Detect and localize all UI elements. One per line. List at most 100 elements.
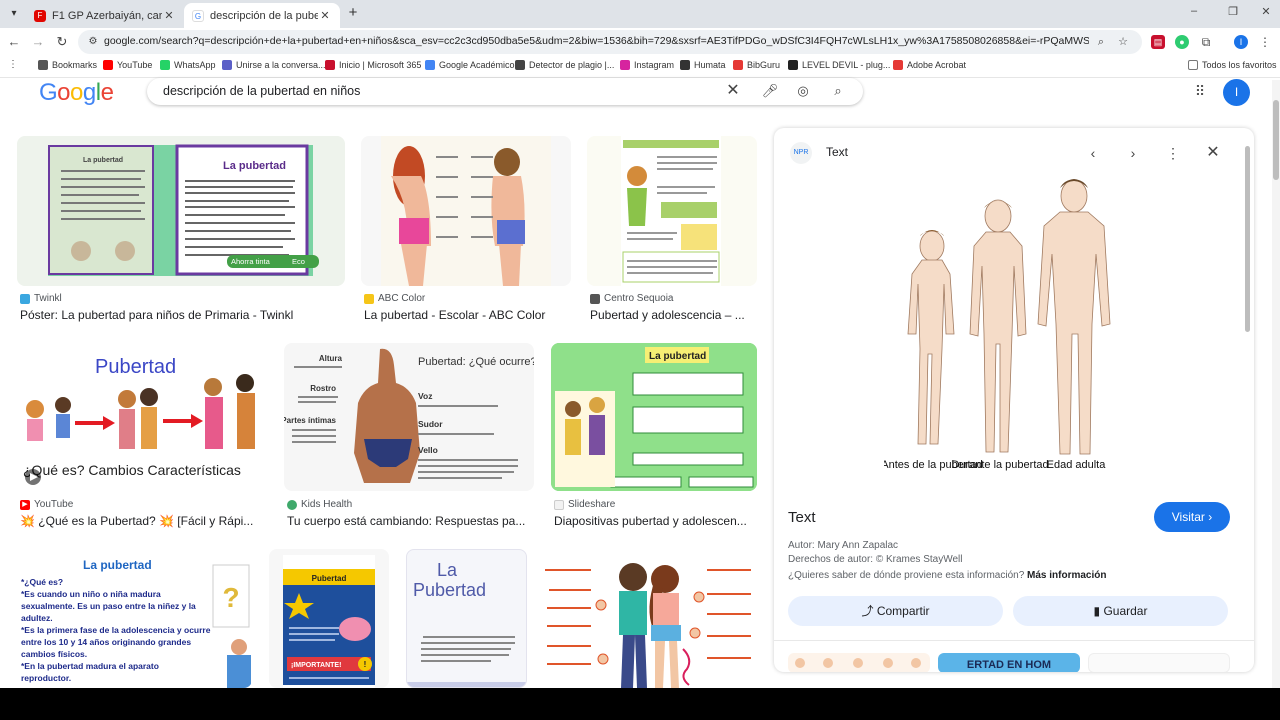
result-card-pubertad-info[interactable]: La pubertad *¿Qué es? *Es cuando un niño… [17,549,252,688]
bookmark-scholar[interactable]: Google Académico [425,60,515,70]
search-icon[interactable]: ⌕ [829,82,847,100]
menu-kebab-icon[interactable]: ⋮ [1258,35,1272,49]
zoom-icon[interactable]: ⌕ [1094,35,1108,49]
result-title[interactable]: Diapositivas pubertad y adolescen... [554,514,756,528]
close-tab-icon[interactable]: ✕ [162,9,176,22]
result-thumbnail[interactable] [361,136,571,286]
avatar[interactable]: I [1223,79,1250,106]
result-title[interactable]: Pubertad y adolescencia – ... [590,308,756,322]
close-panel-icon[interactable]: ✕ [1202,142,1224,164]
visit-button[interactable]: Visitar › [1154,502,1230,532]
bookmark-star[interactable]: Bookmarks [38,60,97,70]
result-card-kids-health[interactable]: Altura Rostro Partes íntimas Pubertad: ¿… [284,343,534,533]
google-logo[interactable]: Google [39,79,114,107]
search-box[interactable]: descripción de la pubertad en niños ✕ 🎤︎… [147,78,863,105]
svg-text:La pubertad: La pubertad [83,157,123,164]
previous-image-icon[interactable]: ‹ [1082,142,1104,164]
clear-search-icon[interactable]: ✕ [724,82,742,100]
tab-google-search[interactable]: G descripción de la pubertad en r ✕ [184,3,340,28]
bookmark-uhc[interactable]: Inicio | Microsoft 365 [325,60,421,70]
thumb-line: sexualmente. Es un paso entre la niñez y… [21,601,196,611]
minimize-icon[interactable]: – [1186,5,1202,17]
reload-icon[interactable]: ↻ [54,34,70,50]
bookmark-level-devil[interactable]: LEVEL DEVIL - plug... [788,60,890,70]
whatsapp-icon [160,60,170,70]
page-scrollbar[interactable] [1272,80,1280,688]
panel-site-name[interactable]: Text [826,145,848,159]
google-apps-icon[interactable]: ⠿ [1191,82,1209,100]
lens-search-icon[interactable]: ◎ [794,82,812,100]
tab-f1[interactable]: F F1 GP Azerbaiyán, carrera | Con ✕ [26,3,184,28]
bibguru-icon [733,60,743,70]
back-icon[interactable]: ← [6,34,22,50]
result-card-cambios-ilustracion[interactable] [543,549,757,688]
result-source[interactable]: Twinkl [20,293,62,304]
tab-strip: ▾ F F1 GP Azerbaiyán, carrera | Con ✕ G … [0,0,1280,28]
all-bookmarks[interactable]: Todos los favoritos [1188,60,1277,70]
result-thumbnail[interactable]: La pubertad [551,343,757,491]
related-thumbnail[interactable] [1088,653,1230,672]
bookmark-youtube[interactable]: YouTube [103,60,152,70]
next-image-icon[interactable]: › [1122,142,1144,164]
result-thumbnail[interactable]: Altura Rostro Partes íntimas Pubertad: ¿… [284,343,534,491]
result-title[interactable]: Tu cuerpo está cambiando: Respuestas pa.… [287,514,533,528]
profile-icon[interactable]: I [1234,35,1248,49]
result-title[interactable]: La pubertad - Escolar - ABC Color [364,308,570,322]
result-thumbnail[interactable]: La Pubertad [406,549,527,688]
thumb-line: *Es cuando un niño o niña madura [21,589,161,599]
result-source[interactable]: ABC Color [364,293,425,304]
preview-image[interactable]: Antes de la pubertad Durante la pubertad… [881,174,1134,488]
result-thumbnail[interactable] [587,136,757,286]
result-source[interactable]: ▶ YouTube [20,499,73,510]
result-source[interactable]: Kids Health [287,499,352,510]
result-thumbnail[interactable]: Pubertad ¿Qué es? Cambios Característica… [17,343,267,491]
result-title[interactable]: Póster: La pubertad para niños de Primar… [20,308,342,322]
address-bar[interactable]: ⚙ google.com/search?q=descripción+de+la+… [78,30,1142,54]
result-card-twinkl[interactable]: La pubertad La pubertad Ahorra tinta Eco [17,136,345,326]
result-card-centro-sequoia[interactable]: Centro Sequoia Pubertad y adolescencia –… [587,136,757,326]
url-text[interactable]: google.com/search?q=descripción+de+la+pu… [104,35,1089,47]
panel-title[interactable]: Text [788,509,816,526]
site-info-icon[interactable]: ⚙ [86,35,100,49]
bookmark-instagram[interactable]: Instagram [620,60,674,70]
bookmark-acrobat[interactable]: Adobe Acrobat [893,60,966,70]
bookmark-bibguru[interactable]: BibGuru [733,60,780,70]
more-info-link[interactable]: Más información [1027,570,1106,581]
search-input[interactable]: descripción de la pubertad en niños [163,84,360,98]
bookmark-humata[interactable]: Humata [680,60,726,70]
maximize-icon[interactable]: ❐ [1225,5,1241,18]
close-window-icon[interactable]: ✕ [1258,5,1274,18]
result-thumbnail[interactable]: La pubertad *¿Qué es? *Es cuando un niño… [17,549,252,688]
voice-search-icon[interactable]: 🎤︎ [761,82,779,100]
result-card-slideshare[interactable]: La pubertad Slideshare Diapositivas pube… [551,343,757,533]
bookmark-star-icon[interactable]: ☆ [1116,35,1130,49]
bookmark-whatsapp[interactable]: WhatsApp [160,60,216,70]
related-thumbnail[interactable] [788,653,930,672]
forward-icon[interactable]: → [30,34,46,50]
tab-search-chevron-icon[interactable]: ▾ [6,6,22,22]
close-tab-icon[interactable]: ✕ [318,9,332,22]
bookmark-plagio[interactable]: Detector de plagio |... [515,60,614,70]
result-card-youtube[interactable]: Pubertad ¿Qué es? Cambios Característica… [17,343,267,533]
new-tab-icon[interactable]: + [345,5,361,21]
share-button[interactable]: ⤴ Compartir [788,596,1003,626]
result-title[interactable]: 💥 ¿Qué es la Pubertad? 💥 [Fácil y Rápi..… [20,514,266,528]
bookmark-teams[interactable]: Unirse a la conversa... [222,60,326,70]
result-thumbnail[interactable]: Pubertad ¡IMPORTANTE! ! [269,549,389,688]
kids-health-favicon-icon [287,499,297,510]
result-card-la-pubertad-slide[interactable]: La Pubertad [406,549,527,688]
more-options-icon[interactable]: ⋮ [1162,142,1184,164]
result-card-abc-color[interactable]: ABC Color La pubertad - Escolar - ABC Co… [361,136,571,326]
apps-grid-icon[interactable]: ⋮ [8,60,22,70]
result-card-pubertad-poster[interactable]: Pubertad ¡IMPORTANTE! ! [269,549,389,688]
result-source[interactable]: Slideshare [554,499,615,510]
extensions-puzzle-icon[interactable]: ⧉ [1199,35,1213,49]
result-thumbnail[interactable]: La pubertad La pubertad Ahorra tinta Eco [17,136,345,286]
extension-icon[interactable]: ▤ [1151,35,1165,49]
result-thumbnail[interactable] [543,549,757,688]
related-thumbnail[interactable]: ERTAD EN HOM [938,653,1080,672]
extension-icon[interactable]: ● [1175,35,1189,49]
panel-scrollbar[interactable] [1244,138,1251,672]
result-source[interactable]: Centro Sequoia [590,293,674,304]
save-button[interactable]: ▮ Guardar [1013,596,1228,626]
